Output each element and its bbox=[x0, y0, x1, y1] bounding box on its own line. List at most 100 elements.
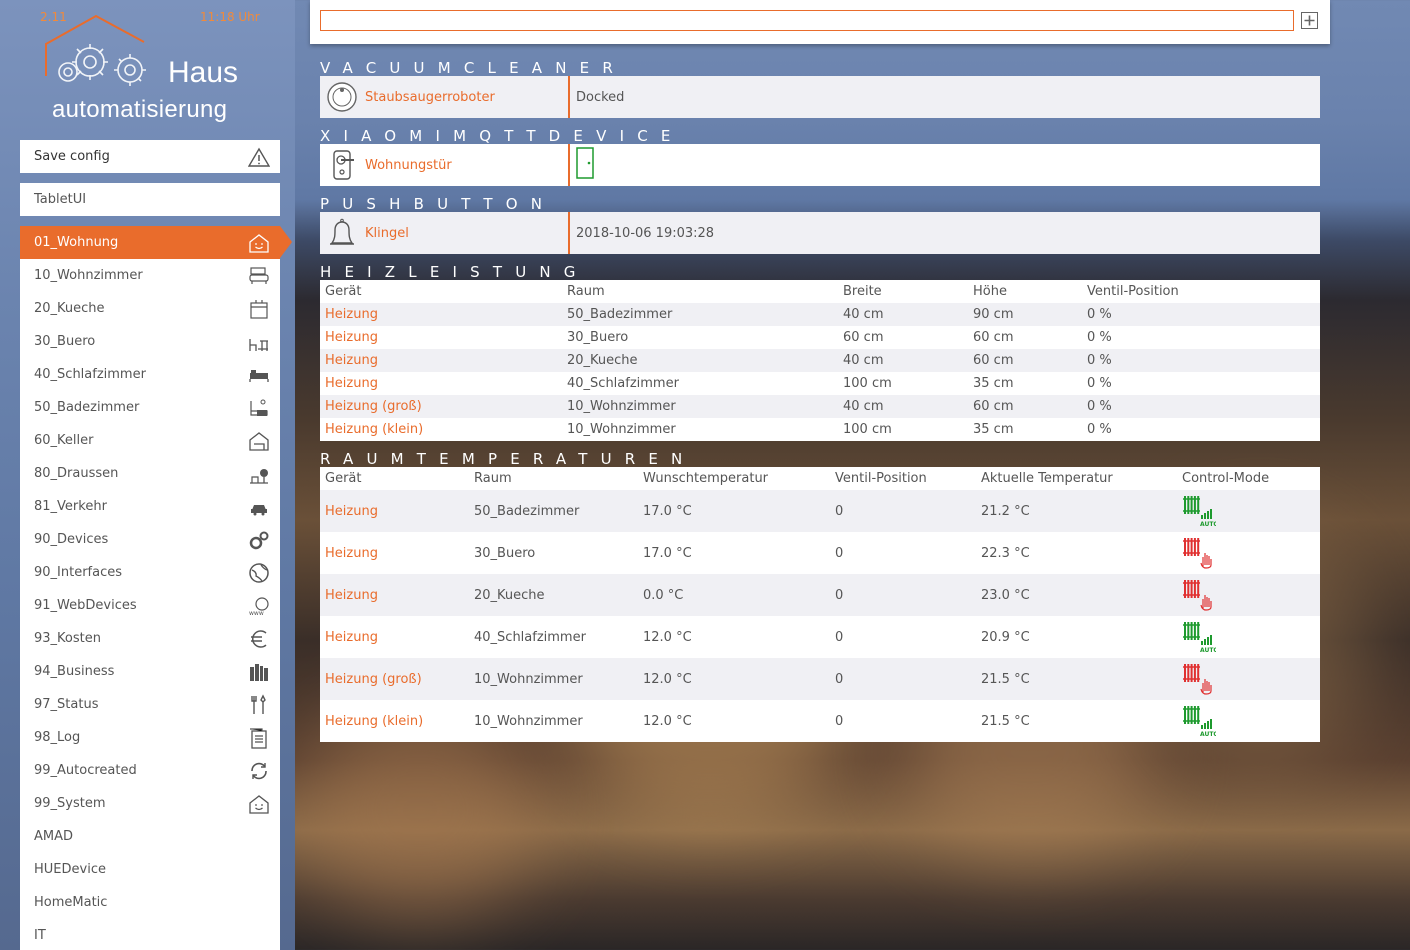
sidebar-item-01_wohnung[interactable]: 01_Wohnung bbox=[20, 226, 292, 259]
sidebar-item-40_schlafzimmer[interactable]: 40_Schlafzimmer bbox=[20, 358, 280, 391]
sidebar-item-label: 40_Schlafzimmer bbox=[34, 367, 146, 382]
main-content: VACUUMCLEANER Staubsaugerroboter Docked … bbox=[310, 0, 1410, 950]
sidebar-item-99_autocreated[interactable]: 99_Autocreated bbox=[20, 754, 280, 787]
garden-icon bbox=[250, 469, 268, 484]
sidebar-item-20_kueche[interactable]: 20_Kueche bbox=[20, 292, 280, 325]
table-cell: 0 % bbox=[1082, 395, 1320, 418]
sidebar-item-81_verkehr[interactable]: 81_Verkehr bbox=[20, 490, 280, 523]
svg-text:AUTO: AUTO bbox=[1200, 521, 1216, 527]
raumtemperaturen-table: Gerät Raum Wunschtemperatur Ventil-Position… bbox=[320, 467, 1320, 742]
sidebar-item-50_badezimmer[interactable]: 50_Badezimmer bbox=[20, 391, 280, 424]
device-row-door[interactable]: Wohnungstür bbox=[320, 144, 1320, 186]
sidebar-item-label: 98_Log bbox=[34, 730, 81, 745]
sidebar-item-30_buero[interactable]: 30_Buero bbox=[20, 325, 280, 358]
device-link[interactable]: Heizung bbox=[320, 303, 562, 326]
sidebar-item-label: 97_Status bbox=[34, 697, 99, 712]
control-mode-cell[interactable] bbox=[1177, 532, 1320, 574]
control-mode-cell[interactable] bbox=[1177, 574, 1320, 616]
control-mode-cell[interactable]: AUTO bbox=[1177, 490, 1320, 532]
device-link[interactable]: Heizung (klein) bbox=[320, 418, 562, 441]
bathtub-icon bbox=[250, 399, 268, 416]
radiator-manual-icon[interactable] bbox=[1182, 537, 1216, 569]
sidebar-item-93_kosten[interactable]: 93_Kosten bbox=[20, 622, 280, 655]
table-cell: 0 bbox=[830, 574, 976, 616]
device-row-bell[interactable]: Klingel 2018-10-06 19:03:28 bbox=[320, 212, 1320, 254]
column-header: Wunschtemperatur bbox=[638, 467, 830, 490]
table-cell: 12.0 °C bbox=[638, 700, 830, 742]
sidebar-item-90_devices[interactable]: 90_Devices bbox=[20, 523, 280, 556]
sidebar-item-90_interfaces[interactable]: 90_Interfaces bbox=[20, 556, 280, 589]
device-link[interactable]: Heizung (klein) bbox=[320, 700, 469, 742]
table-cell: 0 % bbox=[1082, 349, 1320, 372]
sidebar-item-99_system[interactable]: 99_System bbox=[20, 787, 280, 820]
car-icon bbox=[251, 505, 267, 516]
device-name[interactable]: Wohnungstür bbox=[365, 158, 452, 173]
table-cell: 21.2 °C bbox=[976, 490, 1177, 532]
search-input[interactable] bbox=[320, 10, 1294, 31]
table-cell: 0 % bbox=[1082, 326, 1320, 349]
table-cell: 10_Wohnzimmer bbox=[469, 658, 638, 700]
radiator-auto-icon[interactable]: AUTO bbox=[1182, 495, 1216, 527]
sidebar-item-10_wohnzimmer[interactable]: 10_Wohnzimmer bbox=[20, 259, 280, 292]
device-link[interactable]: Heizung (groß) bbox=[320, 395, 562, 418]
table-row: Heizung 40_Schlafzimmer 100 cm 35 cm 0 % bbox=[320, 372, 1320, 395]
radiator-manual-icon[interactable] bbox=[1182, 579, 1216, 611]
save-config-button[interactable]: Save config bbox=[20, 140, 280, 173]
table-row: Heizung 20_Kueche 0.0 °C 0 23.0 °C bbox=[320, 574, 1320, 616]
tabletui-label: TabletUI bbox=[34, 192, 87, 207]
device-link[interactable]: Heizung bbox=[320, 349, 562, 372]
sidebar-item-91_webdevices[interactable]: 91_WebDevices www bbox=[20, 589, 280, 622]
device-link[interactable]: Heizung bbox=[320, 616, 469, 658]
sidebar-item-97_status[interactable]: 97_Status bbox=[20, 688, 280, 721]
device-name[interactable]: Klingel bbox=[365, 226, 409, 241]
device-link[interactable]: Heizung (groß) bbox=[320, 658, 469, 700]
save-config-label: Save config bbox=[34, 149, 110, 164]
tools-icon bbox=[251, 694, 266, 714]
column-header: Ventil-Position bbox=[830, 467, 976, 490]
sidebar-item-homematic[interactable]: HomeMatic bbox=[20, 886, 280, 919]
radiator-auto-icon[interactable]: AUTO bbox=[1182, 705, 1216, 737]
table-cell: 30_Buero bbox=[469, 532, 638, 574]
table-cell: 100 cm bbox=[838, 418, 968, 441]
control-mode-cell[interactable]: AUTO bbox=[1177, 616, 1320, 658]
sidebar-item-80_draussen[interactable]: 80_Draussen bbox=[20, 457, 280, 490]
sidebar-item-huedevice[interactable]: HUEDevice bbox=[20, 853, 280, 886]
device-link[interactable]: Heizung bbox=[320, 490, 469, 532]
control-mode-cell[interactable] bbox=[1177, 658, 1320, 700]
table-cell: 50_Badezimmer bbox=[469, 490, 638, 532]
sidebar-item-98_log[interactable]: 98_Log bbox=[20, 721, 280, 754]
sidebar-item-it[interactable]: IT bbox=[20, 919, 280, 950]
table-row: Heizung (groß) 10_Wohnzimmer 12.0 °C 0 21.5 … bbox=[320, 658, 1320, 700]
sofa-icon bbox=[249, 267, 269, 284]
radiator-auto-icon[interactable]: AUTO bbox=[1182, 621, 1216, 653]
sidebar-item-label: 93_Kosten bbox=[34, 631, 101, 646]
sidebar-item-94_business[interactable]: 94_Business bbox=[20, 655, 280, 688]
sidebar-item-label: 01_Wohnung bbox=[34, 235, 119, 250]
device-link[interactable]: Heizung bbox=[320, 532, 469, 574]
table-row: Heizung 50_Badezimmer 17.0 °C 0 21.2 °C AUTO bbox=[320, 490, 1320, 532]
device-name[interactable]: Staubsaugerroboter bbox=[365, 90, 495, 105]
sidebar-item-label: 10_Wohnzimmer bbox=[34, 268, 143, 283]
sidebar-item-label: 91_WebDevices bbox=[34, 598, 137, 613]
sidebar-item-amad[interactable]: AMAD bbox=[20, 820, 280, 853]
table-cell: 20.9 °C bbox=[976, 616, 1177, 658]
table-cell: 12.0 °C bbox=[638, 658, 830, 700]
table-cell: 50_Badezimmer bbox=[562, 303, 838, 326]
books-icon bbox=[250, 664, 268, 681]
device-link[interactable]: Heizung bbox=[320, 372, 562, 395]
log-icon bbox=[250, 728, 267, 749]
add-icon[interactable] bbox=[1301, 12, 1318, 29]
table-cell: 60 cm bbox=[968, 395, 1082, 418]
column-header: Raum bbox=[469, 467, 638, 490]
section-title-pushbutton: PUSHBUTTON bbox=[320, 195, 556, 213]
table-cell: 0.0 °C bbox=[638, 574, 830, 616]
device-link[interactable]: Heizung bbox=[320, 574, 469, 616]
device-row-vacuum[interactable]: Staubsaugerroboter Docked bbox=[320, 76, 1320, 118]
device-link[interactable]: Heizung bbox=[320, 326, 562, 349]
radiator-manual-icon[interactable] bbox=[1182, 663, 1216, 695]
control-mode-cell[interactable]: AUTO bbox=[1177, 700, 1320, 742]
table-row: Heizung (klein) 10_Wohnzimmer 100 cm 35 cm 0… bbox=[320, 418, 1320, 441]
sidebar-item-label: IT bbox=[34, 928, 46, 943]
sidebar-item-60_keller[interactable]: 60_Keller bbox=[20, 424, 280, 457]
tabletui-button[interactable]: TabletUI bbox=[20, 183, 280, 216]
